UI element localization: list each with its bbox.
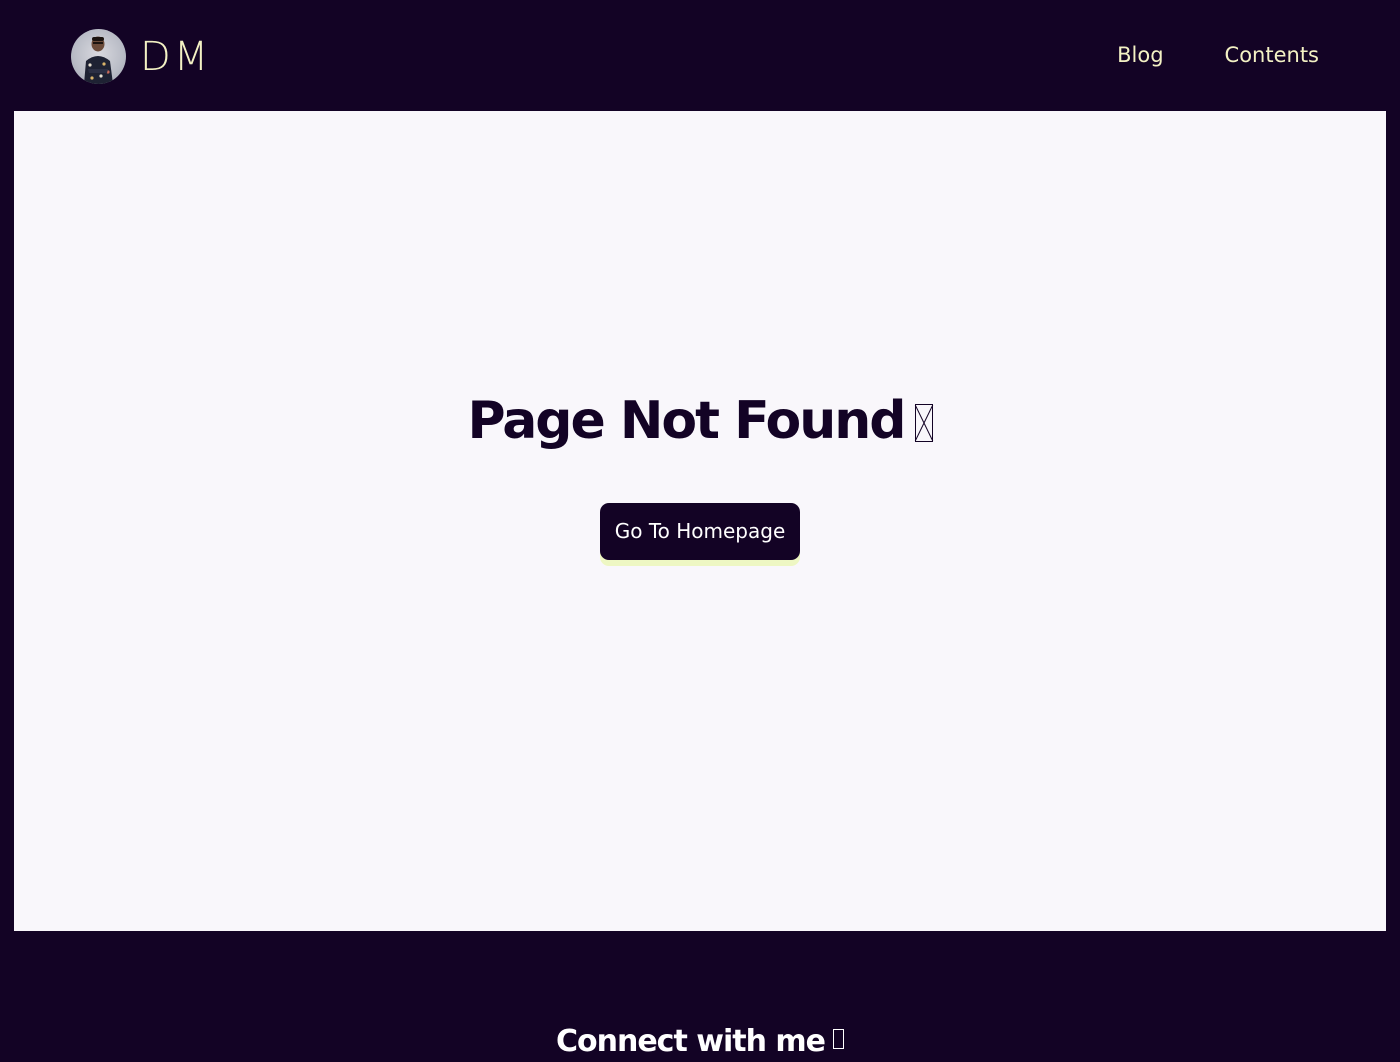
missing-glyph-icon [914,404,933,442]
avatar [71,29,126,84]
main-content: Page Not Found Go To Homepage [14,111,1386,931]
go-to-homepage-button[interactable]: Go To Homepage [600,503,800,560]
brand-name: DM [140,33,212,80]
site-header: DM Blog Contents [0,0,1400,111]
page-title: Page Not Found [14,386,1386,456]
main-nav: Blog Contents [1117,40,1319,70]
footer-title: Connect with me [0,1022,1400,1062]
brand-home-link[interactable]: DM [71,29,211,84]
nav-link-blog[interactable]: Blog [1117,40,1163,70]
footer-title-text: Connect with me [555,1024,826,1059]
person-photo-icon [84,36,113,84]
page-title-text: Page Not Found [467,391,906,451]
missing-glyph-icon [833,1029,844,1049]
nav-link-contents[interactable]: Contents [1225,40,1319,70]
